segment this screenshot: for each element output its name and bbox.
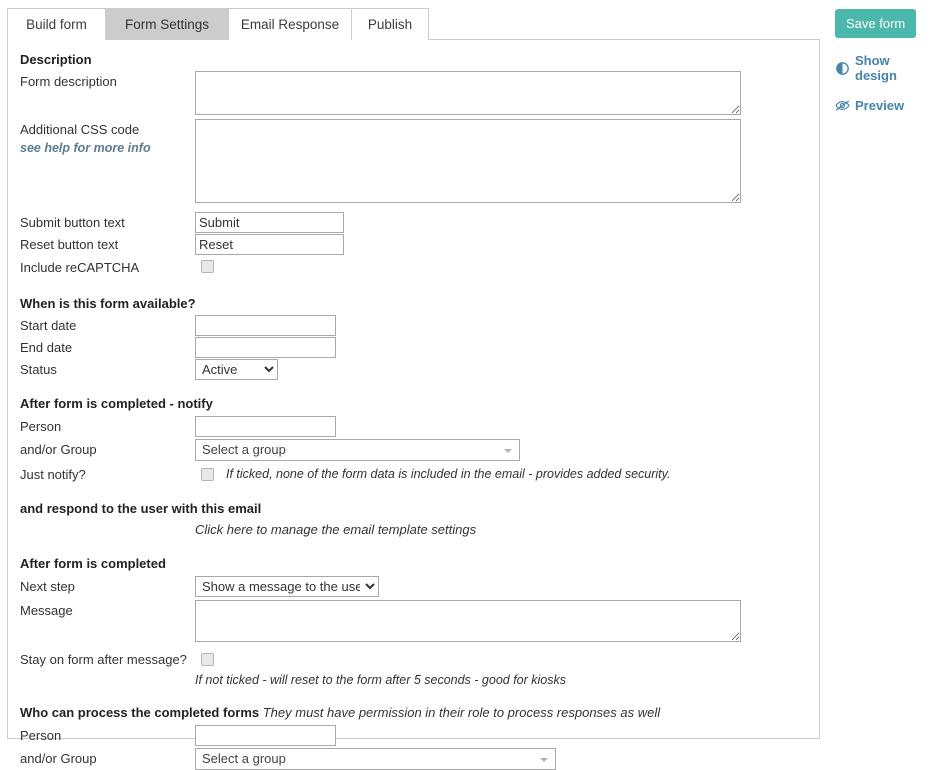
stay-on-form-label: Stay on form after message? xyxy=(20,652,187,667)
row-process-person: Person xyxy=(20,725,807,746)
settings-panel: Description Form description Additional … xyxy=(7,39,820,770)
tab-strip: Build form Form Settings Email Response … xyxy=(7,8,429,40)
save-form-button[interactable]: Save form xyxy=(835,9,917,38)
just-notify-hint: If ticked, none of the form data is incl… xyxy=(226,467,671,481)
submit-button-text-label: Submit button text xyxy=(20,215,125,230)
process-heading: Who can process the completed forms They… xyxy=(20,703,807,723)
process-group-label: and/or Group xyxy=(20,751,97,766)
tab-form-settings-label: Form Settings xyxy=(124,17,210,32)
start-date-input[interactable] xyxy=(195,315,336,336)
row-notify-person: Person xyxy=(20,416,807,437)
settings-panel-body: Description Form description Additional … xyxy=(8,40,819,770)
respond-heading: and respond to the user with this email xyxy=(20,501,262,516)
message-textarea[interactable] xyxy=(195,600,741,642)
stay-on-form-hint: If not ticked - will reset to the form a… xyxy=(195,673,566,687)
tab-form-settings[interactable]: Form Settings xyxy=(105,8,229,40)
process-group-value: Select a group xyxy=(202,751,286,766)
end-date-input[interactable] xyxy=(195,337,336,358)
css-help-link[interactable]: see help for more info xyxy=(20,140,195,156)
tab-build-form-label: Build form xyxy=(26,17,87,32)
tab-build-form[interactable]: Build form xyxy=(7,8,106,40)
start-date-label: Start date xyxy=(20,318,77,333)
notify-person-label: Person xyxy=(20,419,62,434)
row-submit-button-text: Submit button text xyxy=(20,212,807,233)
tab-email-response-label: Email Response xyxy=(240,17,340,32)
row-just-notify: Just notify? If ticked, none of the form… xyxy=(20,464,807,485)
row-stay-on-form: Stay on form after message? xyxy=(20,649,807,670)
tab-email-response[interactable]: Email Response xyxy=(228,8,352,40)
notify-group-select[interactable]: Select a group xyxy=(195,439,520,461)
status-label: Status xyxy=(20,362,57,377)
process-heading-note: They must have permission in their role … xyxy=(262,705,661,720)
preview-link[interactable]: Preview xyxy=(835,98,930,113)
just-notify-checkbox[interactable] xyxy=(201,468,214,481)
row-start-date: Start date xyxy=(20,315,807,336)
row-form-description: Form description xyxy=(20,71,807,115)
form-settings-page: Build form Form Settings Email Response … xyxy=(0,0,935,770)
process-heading-text: Who can process the completed forms xyxy=(20,705,260,720)
message-label: Message xyxy=(20,603,73,618)
tab-publish[interactable]: Publish xyxy=(351,8,429,40)
row-additional-css: Additional CSS code see help for more in… xyxy=(20,119,807,203)
description-heading: Description xyxy=(20,52,92,67)
notify-person-input[interactable] xyxy=(195,416,336,437)
show-design-label: Show design xyxy=(855,53,897,83)
notify-heading: After form is completed - notify xyxy=(20,396,213,411)
notify-group-value: Select a group xyxy=(202,442,286,457)
availability-heading: When is this form available? xyxy=(20,296,196,311)
eye-slash-icon xyxy=(835,98,850,113)
row-include-recaptcha: Include reCAPTCHA xyxy=(20,257,807,278)
contrast-icon xyxy=(835,61,850,76)
completed-heading: After form is completed xyxy=(20,556,166,571)
row-reset-button-text: Reset button text xyxy=(20,234,807,255)
additional-css-label-text: Additional CSS code xyxy=(20,122,140,137)
form-description-label: Form description xyxy=(20,74,117,89)
include-recaptcha-label: Include reCAPTCHA xyxy=(20,260,140,275)
include-recaptcha-checkbox[interactable] xyxy=(201,260,214,273)
next-step-label: Next step xyxy=(20,579,75,594)
additional-css-label: Additional CSS code see help for more in… xyxy=(20,119,195,156)
show-design-link[interactable]: Show design xyxy=(835,53,930,83)
status-select[interactable]: Active xyxy=(195,359,278,380)
reset-button-text-input[interactable] xyxy=(195,234,344,255)
notify-group-label: and/or Group xyxy=(20,442,97,457)
row-email-template: Click here to manage the email template … xyxy=(20,519,807,540)
submit-button-text-input[interactable] xyxy=(195,212,344,233)
just-notify-label: Just notify? xyxy=(20,467,86,482)
row-next-step: Next step Show a message to the user xyxy=(20,576,807,597)
email-template-link[interactable]: Click here to manage the email template … xyxy=(195,519,476,540)
chevron-down-icon xyxy=(504,449,512,453)
row-status: Status Active xyxy=(20,359,807,380)
process-person-label: Person xyxy=(20,728,62,743)
row-stay-hint: If not ticked - will reset to the form a… xyxy=(20,670,807,691)
process-group-select[interactable]: Select a group xyxy=(195,748,556,770)
preview-label: Preview xyxy=(855,98,905,113)
row-process-group: and/or Group Select a group xyxy=(20,748,807,770)
next-step-select[interactable]: Show a message to the user xyxy=(195,576,379,597)
row-end-date: End date xyxy=(20,337,807,358)
stay-on-form-checkbox[interactable] xyxy=(201,653,214,666)
action-rail: Save form Show design Preview xyxy=(835,9,930,113)
row-message: Message xyxy=(20,600,807,642)
tab-publish-label: Publish xyxy=(367,17,413,32)
row-notify-group: and/or Group Select a group xyxy=(20,439,807,461)
end-date-label: End date xyxy=(20,340,73,355)
reset-button-text-label: Reset button text xyxy=(20,237,119,252)
chevron-down-icon xyxy=(540,758,548,762)
form-description-textarea[interactable] xyxy=(195,71,741,115)
process-person-input[interactable] xyxy=(195,725,336,746)
additional-css-textarea[interactable] xyxy=(195,119,741,203)
